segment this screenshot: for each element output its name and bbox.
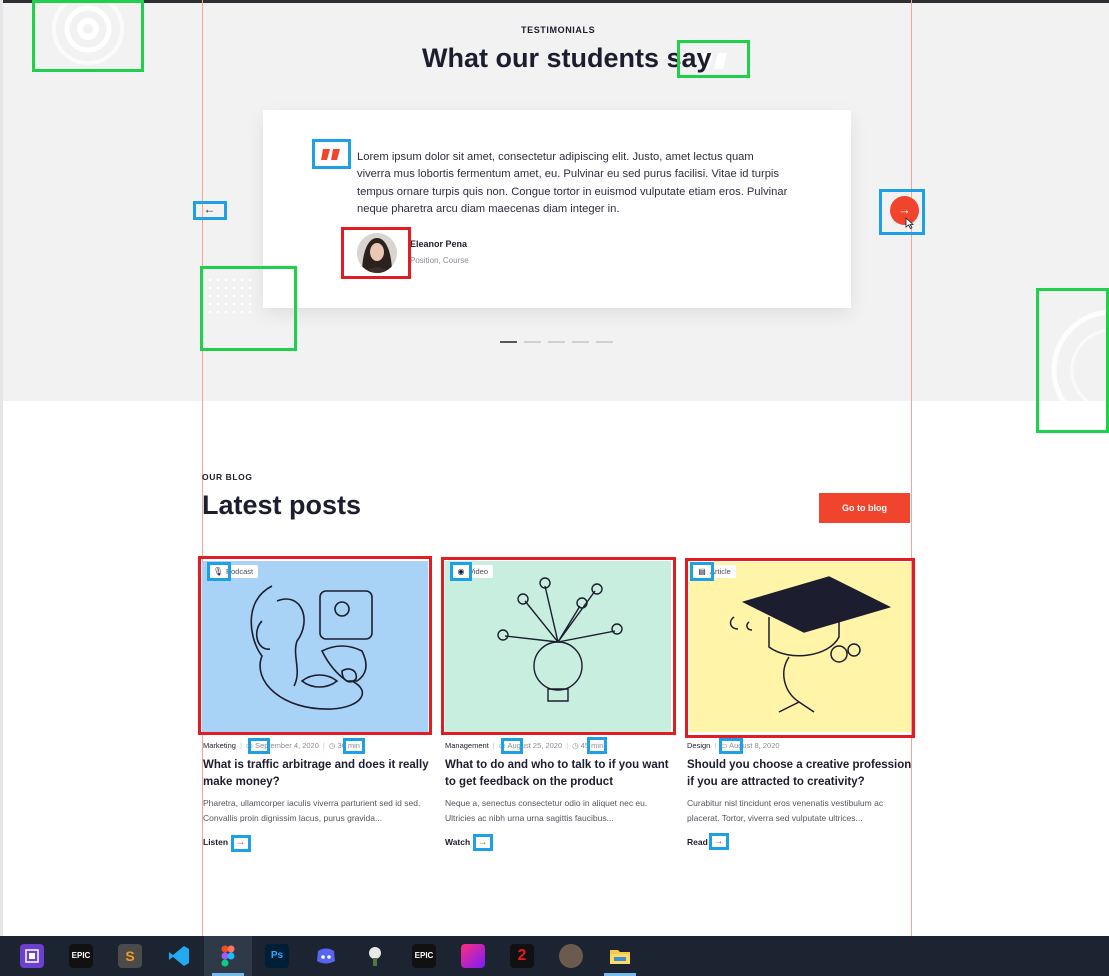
annotation-box-red [341, 227, 411, 279]
file-explorer-icon [608, 944, 632, 968]
taskbar-app[interactable] [302, 936, 350, 976]
carousel-dot[interactable] [596, 341, 613, 343]
author-role: Position, Course [410, 256, 469, 265]
post-excerpt: Curabitur nisl tincidunt eros venenatis … [687, 798, 884, 823]
post-excerpt: Pharetra, ullamcorper iaculis viverra pa… [203, 798, 421, 823]
epic-games-icon-2: EPIC [412, 944, 436, 968]
game-app-icon [363, 944, 387, 968]
annotation-box-green [32, 0, 144, 72]
annotation-box-green [200, 266, 297, 351]
carousel-dot[interactable] [548, 341, 565, 343]
cpu-z-icon [20, 944, 44, 968]
taskbar-app[interactable]: S [106, 936, 154, 976]
carousel-dot[interactable] [572, 341, 589, 343]
clock-icon: ◷ [328, 741, 336, 750]
annotation-box-blue [312, 139, 351, 169]
author-name: Eleanor Pena [410, 239, 468, 249]
annotation-box-blue [709, 833, 729, 850]
taskbar-app[interactable] [155, 936, 203, 976]
post-category: Design [687, 741, 711, 750]
clock-icon: ◷ [572, 741, 579, 750]
vscode-icon [167, 944, 191, 968]
post-meta: Management | ▭ August 25, 2020 | ◷ 45 min [445, 741, 604, 750]
carousel-dot[interactable] [500, 341, 517, 343]
post-action-link[interactable]: Watch [445, 837, 470, 847]
post-title[interactable]: Should you choose a creative profession … [687, 757, 915, 791]
forza-icon [461, 944, 485, 968]
annotation-box-blue [343, 738, 365, 754]
testimonials-eyebrow: TESTIMONIALS [521, 25, 596, 35]
post-action-link[interactable]: Read [687, 837, 708, 847]
post-meta: Marketing | ▭ September 4, 2020 | ◷ 36 min [203, 741, 360, 750]
annotation-box-green [1036, 288, 1109, 433]
go-to-blog-button[interactable]: Go to blog [819, 493, 910, 523]
post-category: Management [445, 741, 489, 750]
testimonial-quote: Lorem ipsum dolor sit amet, consectetur … [357, 151, 788, 215]
figma-icon [216, 944, 240, 968]
post-action-link[interactable]: Listen [203, 837, 228, 847]
annotation-box-red [441, 557, 676, 735]
game-2-icon: 2 [510, 944, 534, 968]
taskbar-app[interactable]: 2 [498, 936, 546, 976]
epic-games-icon: EPIC [69, 944, 93, 968]
annotation-box-blue [193, 201, 227, 220]
taskbar-app[interactable] [449, 936, 497, 976]
avatar-app-icon [559, 944, 583, 968]
post-category: Marketing [203, 741, 236, 750]
taskbar-app[interactable]: EPIC [57, 936, 105, 976]
blog-title: Latest posts [202, 490, 362, 520]
taskbar-app[interactable] [596, 936, 644, 976]
annotation-box-blue [473, 834, 493, 851]
post-title[interactable]: What to do and who to talk to if you wan… [445, 757, 673, 791]
taskbar-app[interactable] [547, 936, 595, 976]
annotation-box-green [677, 40, 750, 78]
annotation-box-blue [248, 738, 270, 754]
annotation-box-blue [879, 189, 925, 235]
photoshop-icon: Ps [265, 944, 289, 968]
taskbar-app[interactable] [8, 936, 56, 976]
taskbar-app[interactable] [351, 936, 399, 976]
testimonials-title: What our students say [422, 43, 712, 73]
taskbar: EPIC S Ps EPIC 2 [0, 936, 1109, 976]
sublime-text-icon: S [118, 944, 142, 968]
annotation-box-red [685, 558, 915, 738]
carousel-pagination [500, 341, 620, 343]
carousel-dot[interactable] [524, 341, 541, 343]
discord-icon [314, 944, 338, 968]
taskbar-app[interactable]: Ps [253, 936, 301, 976]
post-title[interactable]: What is traffic arbitrage and does it re… [203, 757, 431, 791]
taskbar-app[interactable]: EPIC [400, 936, 448, 976]
annotation-box-blue [587, 737, 607, 754]
annotation-box-red [198, 556, 432, 735]
taskbar-app-active[interactable] [204, 936, 252, 976]
annotation-box-blue [501, 738, 523, 754]
annotation-box-blue [231, 835, 251, 852]
blog-eyebrow: OUR BLOG [202, 472, 253, 482]
post-excerpt: Neque a, senectus consectetur odio in al… [445, 798, 648, 823]
annotation-box-blue [719, 738, 743, 754]
